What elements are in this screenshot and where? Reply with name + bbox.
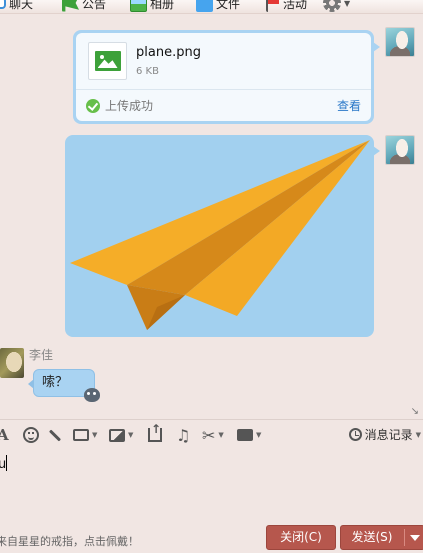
tab-file-label: 文件 [216,0,241,11]
image-message[interactable] [65,135,374,337]
photo-album-icon [130,0,147,12]
screen-share-icon [237,429,253,441]
chevron-down-icon: ▼ [256,431,262,439]
sender-avatar[interactable] [0,348,24,378]
file-card[interactable]: plane.png 6 KB 上传成功 查看 [76,33,371,121]
message-history-label: 消息记录 [364,428,413,442]
upload-button[interactable] [148,422,162,444]
font-button[interactable]: A [0,426,9,444]
tab-album-label: 相册 [150,0,175,11]
file-thumbnail [88,42,127,80]
avatar[interactable] [385,27,415,57]
chevron-down-icon: ▼ [128,431,134,439]
picture-icon [109,428,125,442]
chevron-down-icon: ▼ [415,430,421,439]
bottom-bar: 来自星星的戒指，点击佩戴！ 关闭(C) 发送(S) [0,520,423,553]
paper-plane-image [70,140,370,330]
tab-event-label: 活动 [283,0,308,11]
tab-notice[interactable]: 公告 [62,0,106,13]
tab-chat[interactable]: 聊天 [0,0,33,13]
send-button-group: 发送(S) [340,525,423,550]
tab-bar: 聊天 公告 相册 文件 活动 ▼ [0,0,423,14]
bubble-tail [373,146,380,156]
tab-album[interactable]: 相册 [130,0,174,13]
folder-icon [196,0,213,12]
text-cursor [6,455,8,471]
upload-icon [148,422,162,442]
chevron-down-icon: ▼ [344,0,351,8]
red-flag-icon [266,0,280,12]
magic-wand-icon [48,428,62,442]
close-button[interactable]: 关闭(C) [266,525,336,550]
magic-wand-button[interactable] [48,426,62,444]
emoji-button[interactable] [23,427,39,443]
gif-icon [73,429,89,441]
music-icon: ♫ [176,425,191,445]
input-toolbar: A ▼ ▼ ♫ ✂▼ ▼ 消息记录 ▼ [0,419,423,449]
chevron-down-icon: ▼ [218,431,224,439]
gear-icon [323,0,341,12]
upload-status-label: 上传成功 [105,99,154,113]
avatar[interactable] [385,135,415,165]
picture-button[interactable]: ▼ [109,426,133,444]
bubble-decoration-icon [84,388,101,402]
tab-notice-label: 公告 [82,0,107,11]
send-options-dropdown[interactable] [405,526,423,549]
promo-link[interactable]: 来自星星的戒指，点击佩戴！ [0,533,139,549]
file-name: plane.png [136,45,201,60]
check-circle-icon [86,98,100,113]
message-list[interactable]: plane.png 6 KB 上传成功 查看 李佳 嗦？ ↘ [0,14,423,419]
screen-share-button[interactable]: ▼ [237,426,261,444]
music-button[interactable]: ♫ [176,425,191,445]
tab-chat-label: 聊天 [9,0,34,11]
incoming-message-bubble: 嗦？ [27,369,101,402]
tab-file[interactable]: 文件 [196,0,240,13]
chat-icon [0,0,6,9]
image-file-icon [94,51,121,71]
sender-name[interactable]: 李佳 [29,346,53,363]
send-button[interactable]: 发送(S) [341,526,403,549]
chevron-down-icon: ▼ [92,431,98,439]
settings-menu-button[interactable]: ▼ [323,0,350,13]
scissors-icon: ✂ [202,425,216,445]
view-file-link[interactable]: 查看 [337,97,361,114]
clock-icon [348,428,362,441]
flag-icon [62,0,79,12]
file-size: 6 KB [136,66,159,77]
resize-handle-icon[interactable]: ↘ [411,406,419,417]
tab-event[interactable]: 活动 [266,0,307,13]
message-input[interactable]: u [0,449,423,520]
screenshot-button[interactable]: ✂ ▼ [202,425,224,445]
message-history-button[interactable]: 消息记录 ▼ [348,426,421,443]
divider [76,89,371,90]
gif-button[interactable]: ▼ [73,426,97,444]
message-text: 嗦？ [42,375,69,390]
upload-status: 上传成功 [86,97,153,114]
file-message-bubble: plane.png 6 KB 上传成功 查看 [73,30,380,124]
font-icon: A [0,426,9,444]
